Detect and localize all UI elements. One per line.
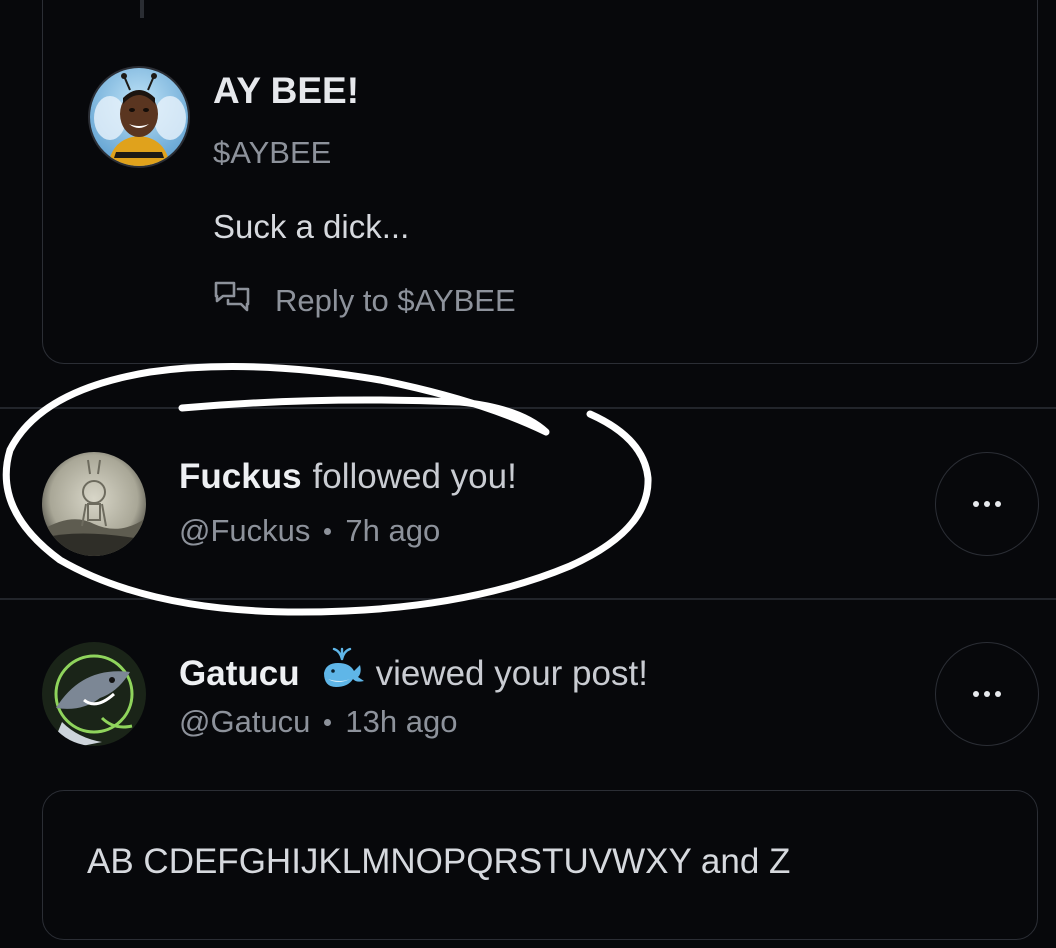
quoted-post-text: AB CDEFGHIJKLMNOPQRSTUVWXY and Z [87,842,791,881]
viewer-name[interactable]: Gatucu [179,654,300,694]
whale-icon [320,647,366,700]
divider [0,407,1056,409]
viewer-handle[interactable]: @Gatucu [179,704,310,740]
viewer-avatar[interactable] [42,642,146,746]
view-action: viewed your post! [375,653,648,693]
more-options-button[interactable] [935,452,1039,556]
more-dots-icon [973,691,1001,697]
more-options-button[interactable] [935,642,1039,746]
follow-action: followed you! [312,457,517,496]
notification-view-text: Gatucu viewed your post! [179,647,648,700]
follower-name[interactable]: Fuckus [179,457,302,497]
author-name[interactable]: AY BEE! [213,70,359,112]
separator-dot [324,718,332,726]
follower-avatar[interactable] [42,452,146,556]
notification-follow-text: Fuckus followed you! [179,457,517,497]
author-avatar[interactable] [88,66,190,168]
follow-time: 7h ago [345,513,441,548]
post-text: Suck a dick... [213,208,410,245]
notification-view-meta: @Gatucu 13h ago [179,704,457,740]
reply-icon [213,280,251,322]
follower-handle[interactable]: @Fuckus [179,513,310,549]
notification-follow-meta: @Fuckus 7h ago [179,513,440,549]
author-handle[interactable]: $AYBEE [213,135,331,171]
divider [0,598,1056,600]
reply-label: Reply to $AYBEE [275,283,516,318]
separator-dot [324,527,332,535]
view-time: 13h ago [345,704,458,739]
reply-button[interactable]: Reply to $AYBEE [213,280,516,322]
more-dots-icon [973,501,1001,507]
post-card[interactable] [42,0,1038,364]
